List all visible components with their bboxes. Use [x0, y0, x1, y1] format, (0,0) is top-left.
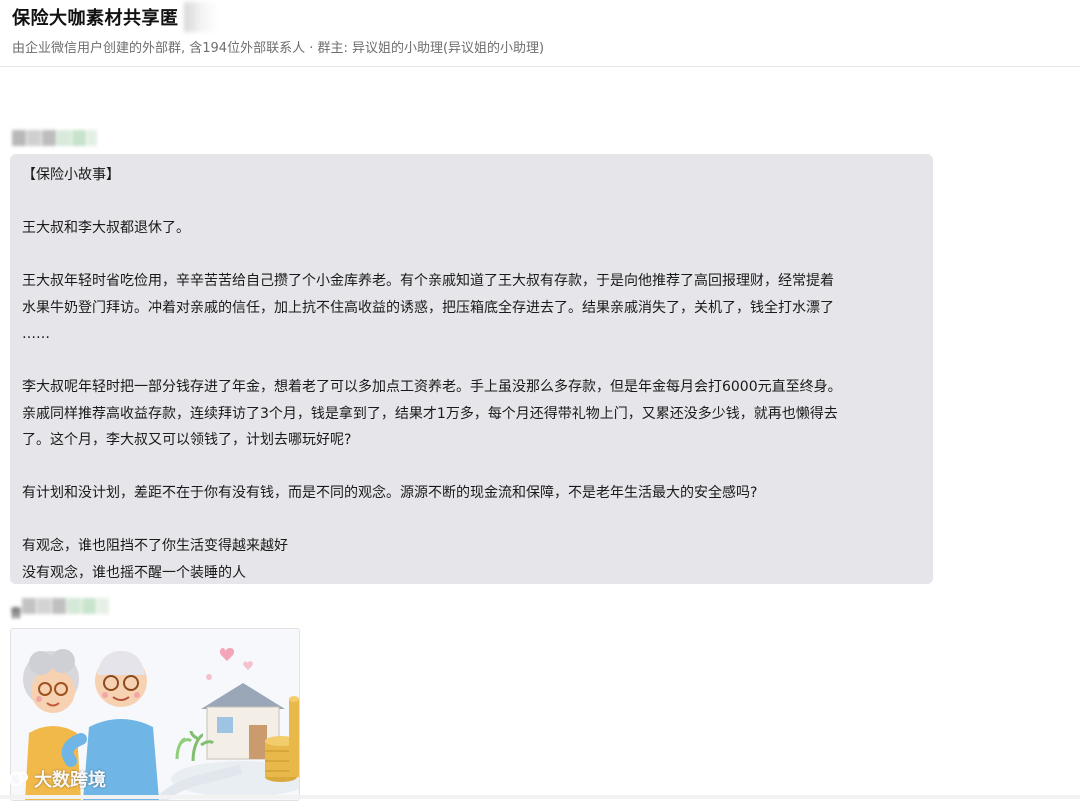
message-line: 王大叔和李大叔都退休了。 [22, 220, 190, 236]
message-line: 王大叔年轻时省吃俭用，辛辛苦苦给自己攒了个小金库养老。有个亲戚知道了王大叔有存款… [22, 273, 834, 289]
sender-initial: 曹 [10, 606, 23, 620]
group-title[interactable]: 保险大咖素材共享匿 [12, 4, 179, 30]
message-line: 没有观念，谁也摇不醒一个装睡的人 [22, 564, 246, 581]
watermark: 大数跨境 [8, 766, 106, 792]
chat-header: 保险大咖素材共享匿 由企业微信用户创建的外部群, 含194位外部联系人 · 群主… [0, 0, 1080, 67]
group-subtitle: 由企业微信用户创建的外部群, 含194位外部联系人 · 群主: 异议姐的小助理(… [12, 41, 545, 56]
message-line: 亲戚同样推荐高收益存款，连续拜访了3个月，钱是拿到了，结果才1万多，每个月还得带… [22, 405, 838, 422]
watermark-text: 大数跨境 [34, 770, 106, 791]
bottom-edge [0, 795, 1080, 799]
message-line: 水果牛奶登门拜访。冲着对亲戚的信任，加上抗不住高收益的诱惑，把压箱底全存进去了。… [22, 299, 834, 316]
watermark-logo-icon [9, 772, 28, 786]
message-line: 了。这个月，李大叔又可以领钱了，计划去哪玩好呢? [22, 432, 352, 448]
message-line: 有观念，谁也阻挡不了你生活变得越来越好 [22, 538, 288, 554]
message-line: 有计划和没计划，差距不在于你有没有钱，而是不同的观念。源源不断的现金流和保障，不… [22, 485, 758, 501]
message-line: 【保险小故事】 [22, 167, 120, 183]
sender-name-redacted[interactable]: 曹 [10, 598, 110, 620]
message-line: …… [22, 326, 50, 342]
message-bubble-story[interactable]: 【保险小故事】 王大叔和李大叔都退休了。 王大叔年轻时省吃俭用，辛辛苦苦给自己攒… [10, 154, 933, 584]
message-line: 李大叔呢年轻时把一部分钱存进了年金，想着老了可以多加点工资养老。手上虽没那么多存… [22, 379, 842, 395]
sender-name-redacted[interactable] [12, 130, 98, 148]
redacted-title-tail [184, 2, 218, 32]
